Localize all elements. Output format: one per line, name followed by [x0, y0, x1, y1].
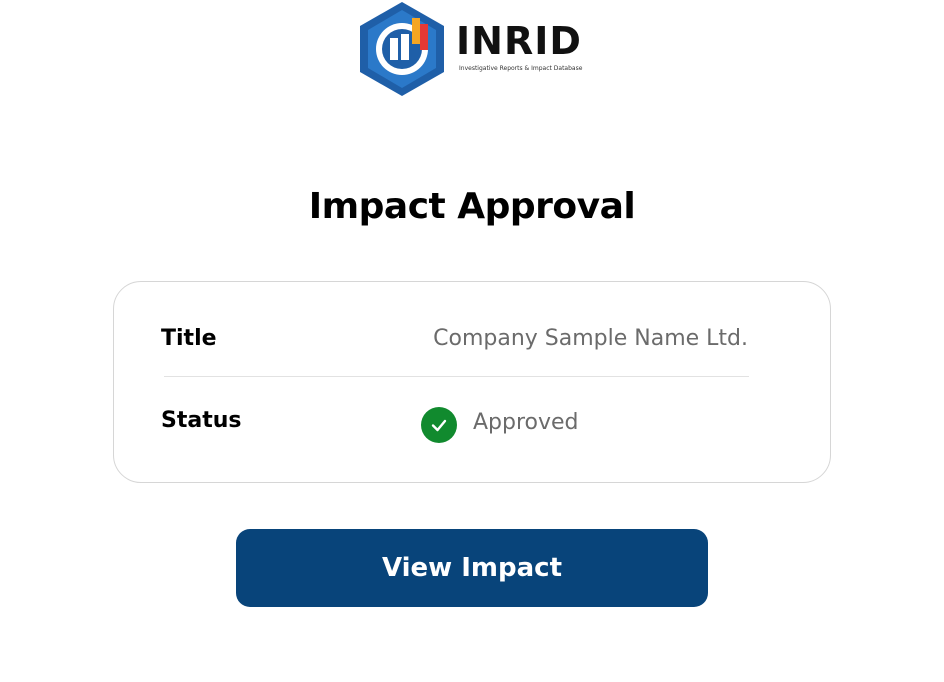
title-label: Title [161, 326, 217, 351]
status-value: Approved [473, 410, 579, 435]
row-divider [164, 376, 749, 377]
check-circle-icon [421, 407, 457, 443]
approval-details-card: Title Company Sample Name Ltd. Status Ap… [113, 281, 831, 483]
page-title: Impact Approval [308, 186, 636, 227]
logo-tagline: Investigative Reports & Impact Database [459, 65, 583, 72]
status-label: Status [161, 408, 242, 433]
logo-wordmark: INRID [456, 19, 582, 63]
inrid-logo-mark-icon [360, 2, 444, 96]
title-value: Company Sample Name Ltd. [433, 326, 748, 351]
view-impact-button[interactable]: View Impact [236, 529, 708, 607]
impact-approval-page: INRID Investigative Reports & Impact Dat… [0, 0, 944, 682]
inrid-logo: INRID Investigative Reports & Impact Dat… [356, 0, 588, 98]
